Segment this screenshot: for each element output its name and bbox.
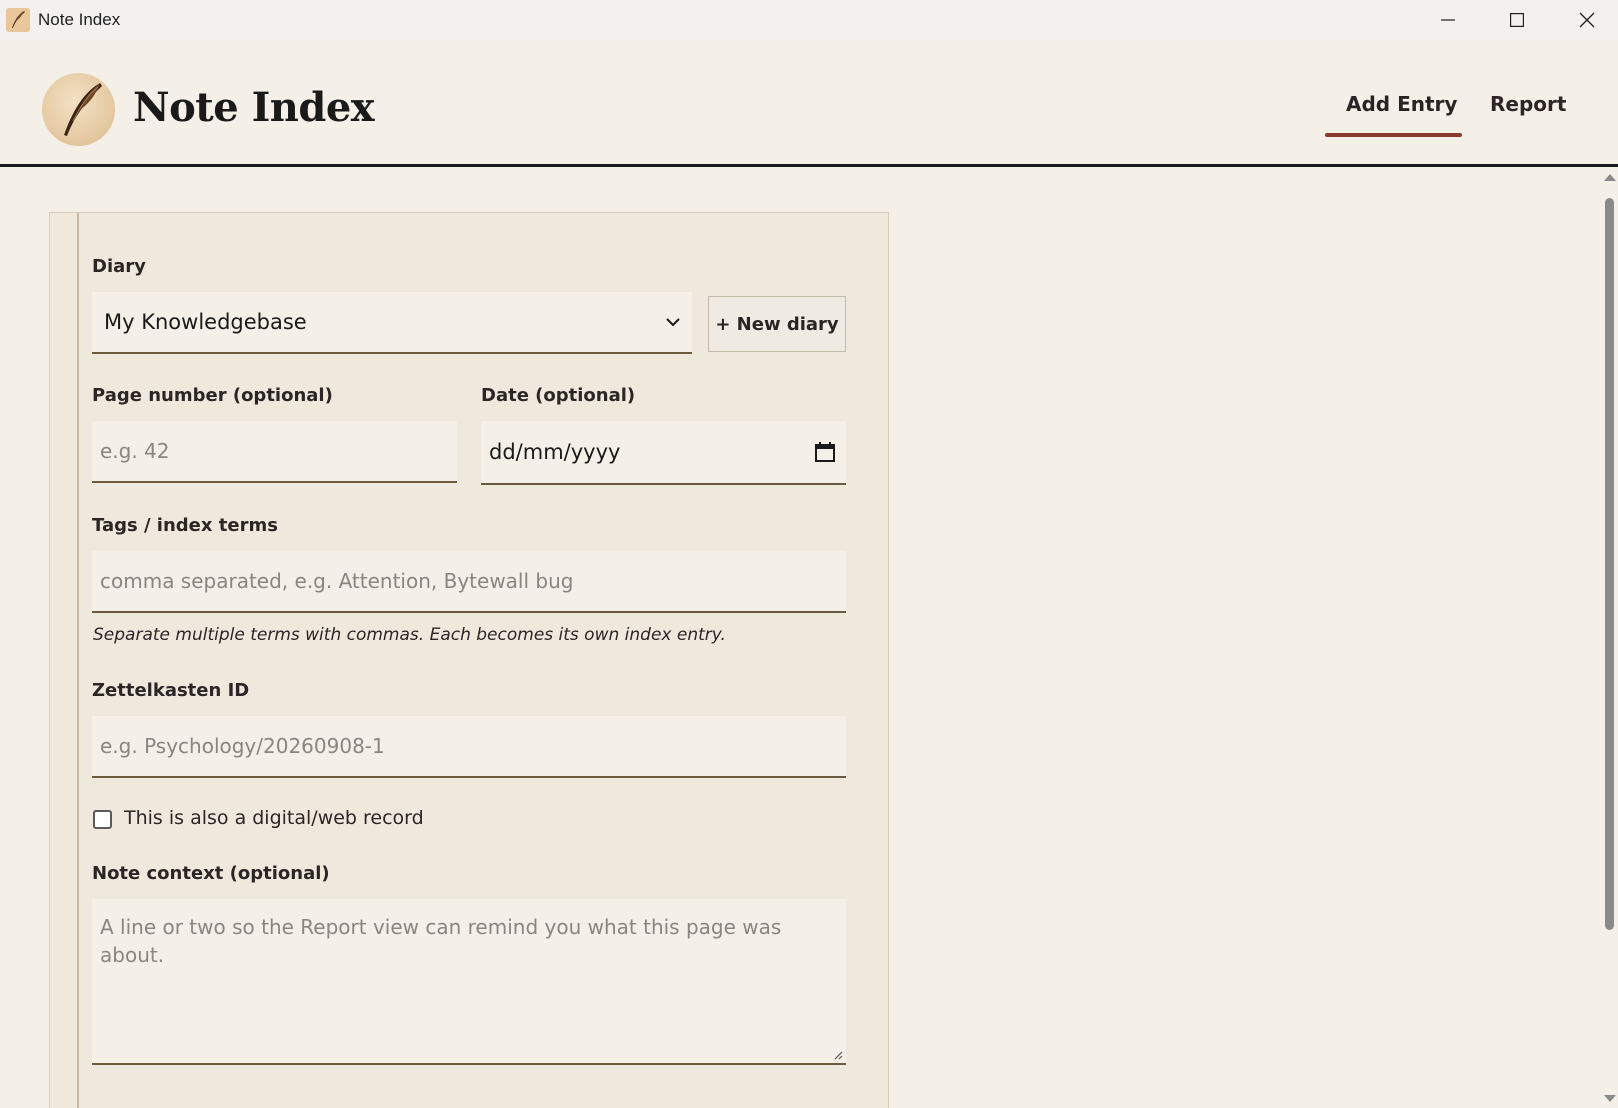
entry-form-card: Diary My Knowledgebase + New diary Page … xyxy=(49,212,889,1108)
maximize-button[interactable] xyxy=(1483,0,1551,40)
date-label: Date (optional) xyxy=(481,385,636,406)
digital-record-checkbox[interactable] xyxy=(93,810,112,829)
resize-grip-icon[interactable] xyxy=(833,1050,843,1060)
digital-record-label[interactable]: This is also a digital/web record xyxy=(124,807,424,829)
page-title: Note Index xyxy=(133,84,375,131)
tab-report[interactable]: Report xyxy=(1490,92,1566,116)
window-titlebar: Note Index xyxy=(0,0,1618,40)
card-margin-rule xyxy=(77,213,79,1108)
close-icon xyxy=(1579,12,1595,28)
diary-select[interactable]: My Knowledgebase xyxy=(92,292,692,354)
new-diary-button[interactable]: + New diary xyxy=(708,296,846,352)
vertical-scrollbar[interactable] xyxy=(1600,170,1618,1108)
window-title: Note Index xyxy=(38,10,121,29)
calendar-icon[interactable] xyxy=(814,441,836,463)
diary-label: Diary xyxy=(92,256,146,277)
tags-label: Tags / index terms xyxy=(92,515,278,536)
tags-hint: Separate multiple terms with commas. Eac… xyxy=(93,625,726,645)
minimize-button[interactable] xyxy=(1414,0,1482,40)
quill-logo-icon xyxy=(42,73,115,146)
diary-selected-value: My Knowledgebase xyxy=(104,310,307,334)
chevron-down-icon xyxy=(666,318,680,327)
page-number-label: Page number (optional) xyxy=(92,385,333,406)
zettelkasten-field[interactable] xyxy=(92,716,846,778)
minimize-icon xyxy=(1441,19,1455,21)
maximize-icon xyxy=(1510,13,1524,27)
close-button[interactable] xyxy=(1553,0,1618,40)
note-context-label: Note context (optional) xyxy=(92,863,330,884)
scrollbar-thumb[interactable] xyxy=(1605,198,1614,930)
tab-add-entry[interactable]: Add Entry xyxy=(1346,92,1457,116)
scroll-up-arrow-icon[interactable] xyxy=(1604,174,1616,181)
zettelkasten-input[interactable] xyxy=(92,716,846,776)
page-number-input[interactable] xyxy=(92,421,457,481)
note-context-textarea[interactable] xyxy=(92,899,846,1063)
tags-field[interactable] xyxy=(92,551,846,613)
note-context-field[interactable] xyxy=(92,899,846,1065)
date-placeholder: dd/mm/yyyy xyxy=(489,440,621,464)
page-number-field[interactable] xyxy=(92,421,457,483)
zettelkasten-label: Zettelkasten ID xyxy=(92,680,250,701)
scroll-down-arrow-icon[interactable] xyxy=(1604,1095,1616,1102)
quill-app-icon xyxy=(6,8,30,32)
tags-input[interactable] xyxy=(92,551,846,611)
app-header: Note Index Add Entry Report xyxy=(0,40,1618,167)
date-field[interactable]: dd/mm/yyyy xyxy=(481,421,846,485)
active-tab-indicator xyxy=(1325,133,1462,137)
